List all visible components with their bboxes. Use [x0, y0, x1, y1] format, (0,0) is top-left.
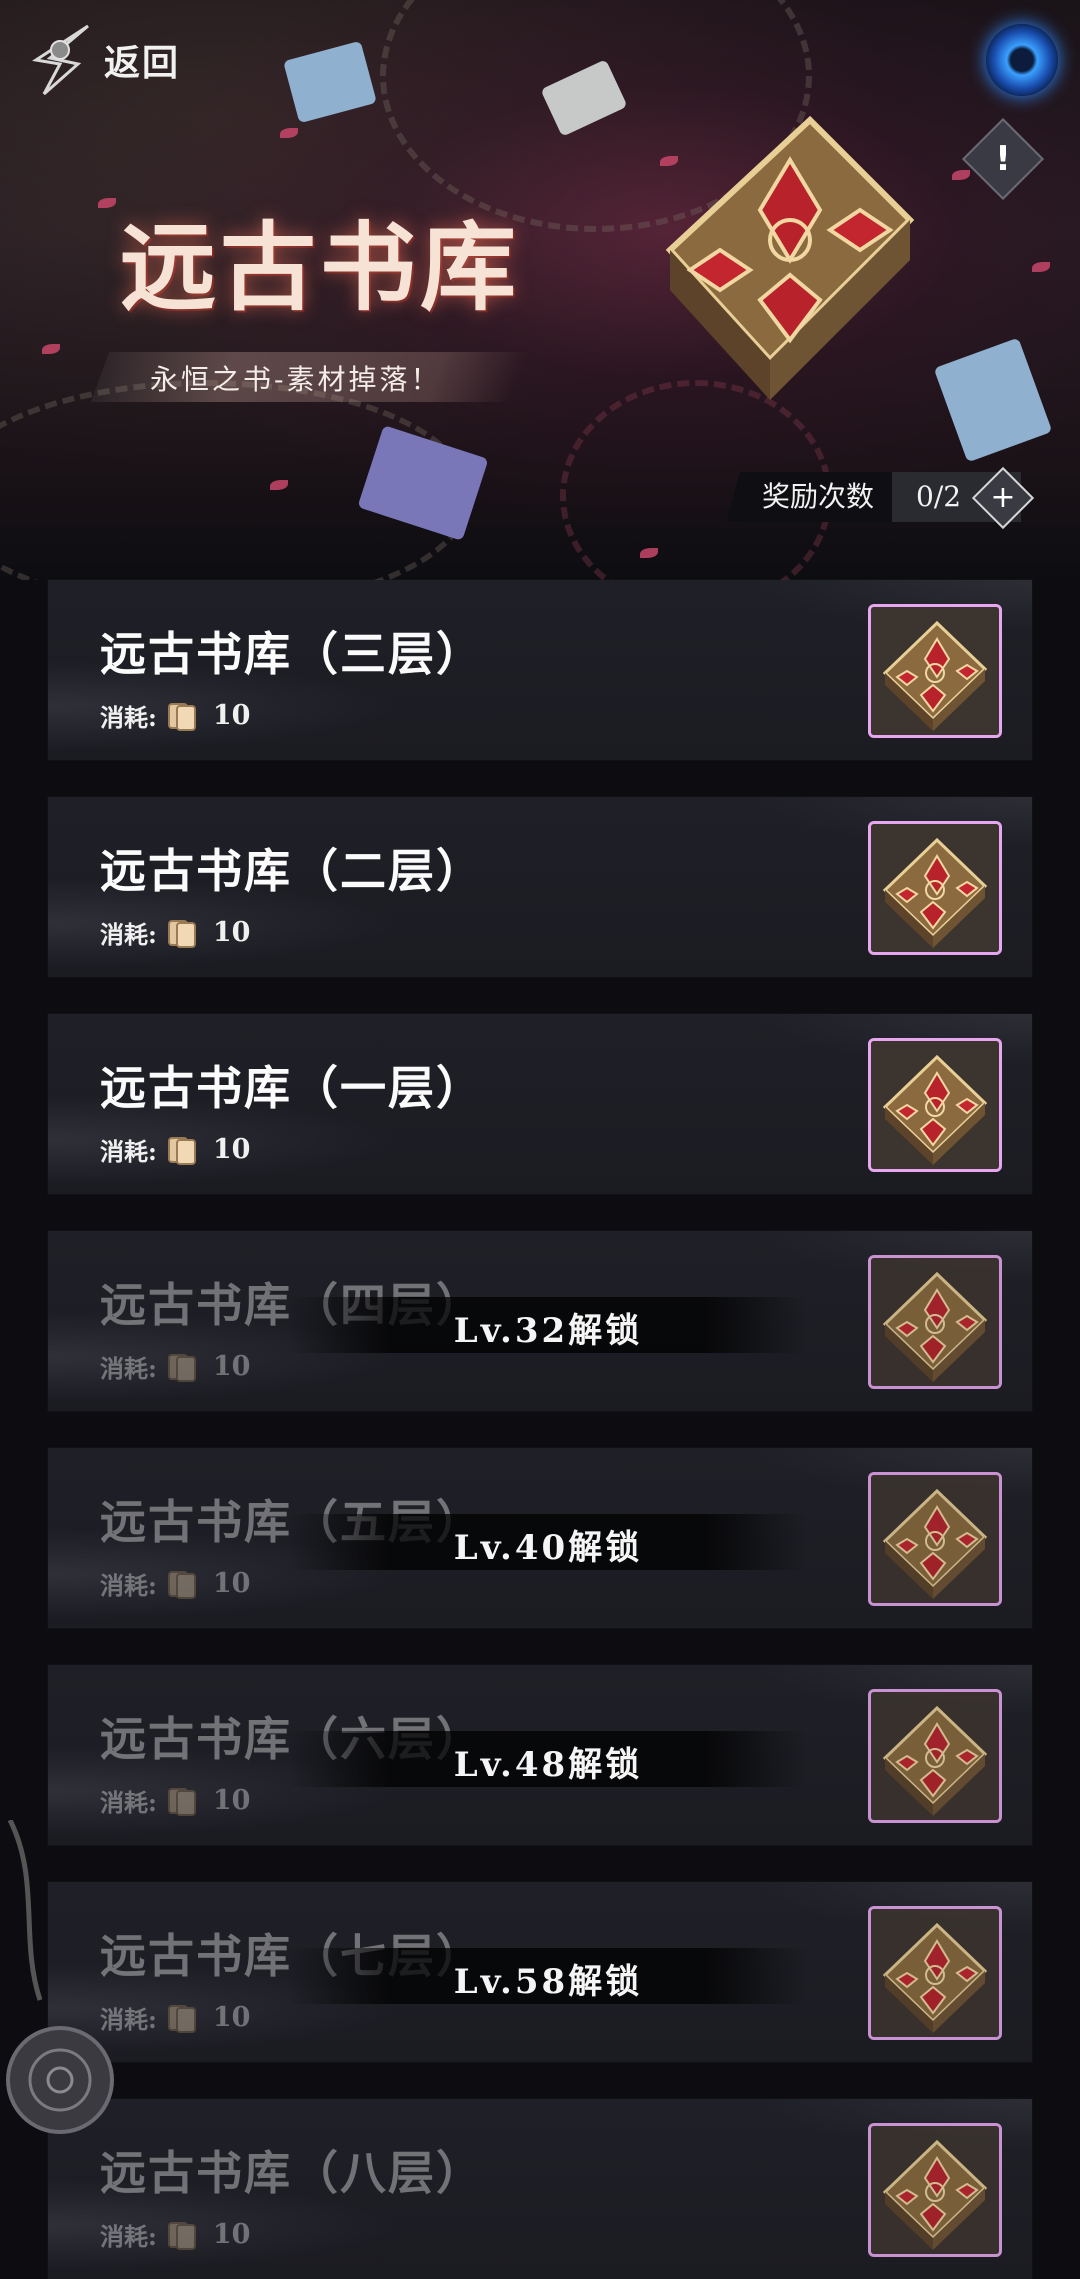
- reward-item-thumb[interactable]: [868, 2123, 1002, 2257]
- paper-scroll-icon: [167, 702, 196, 731]
- floor-title: 远古书库（八层）: [100, 2146, 484, 2200]
- cost-value: 10: [212, 1568, 251, 1599]
- orb-icon[interactable]: [986, 24, 1058, 96]
- cost-label: 消耗:: [100, 1571, 157, 1600]
- reward-counter: 奖励次数 0/2 +: [726, 466, 1035, 530]
- cost-row: 消耗: 10: [100, 1349, 250, 1384]
- floor-card[interactable]: 远古书库（六层） 消耗: 10 Lv.48解锁: [48, 1665, 1032, 1845]
- unlock-requirement: Lv.48解锁: [453, 1745, 643, 1785]
- paper-scroll-icon: [167, 2221, 196, 2250]
- paper-scroll-icon: [167, 919, 196, 948]
- banner-title-wrap: 远古书库: [120, 190, 520, 329]
- reward-item-thumb[interactable]: [868, 1689, 1002, 1823]
- unlock-requirement: Lv.58解锁: [453, 1962, 643, 2002]
- plus-icon: +: [990, 480, 1016, 515]
- cost-row: 消耗: 10: [100, 915, 250, 950]
- cost-label: 消耗:: [100, 1788, 157, 1817]
- cost-row: 消耗: 10: [100, 2217, 250, 2252]
- petal-decoration: [280, 128, 298, 138]
- reward-item-thumb[interactable]: [868, 1906, 1002, 2040]
- ancient-book-icon: [871, 1041, 999, 1169]
- reward-item-thumb[interactable]: [868, 604, 1002, 738]
- floor-card[interactable]: 远古书库（四层） 消耗: 10 Lv.32解锁: [48, 1231, 1032, 1411]
- page-title: 远古书库: [120, 211, 520, 324]
- back-button[interactable]: 返回: [30, 20, 180, 100]
- paper-scroll-icon: [167, 1570, 196, 1599]
- lock-overlay: Lv.58解锁: [288, 1948, 808, 2004]
- cost-row: 消耗: 10: [100, 1566, 250, 1601]
- rose-decoration-icon: [6, 1820, 114, 2134]
- unlock-requirement: Lv.32解锁: [453, 1311, 643, 1351]
- lock-overlay: Lv.40解锁: [288, 1514, 808, 1570]
- ancient-book-icon: [871, 607, 999, 735]
- cost-value: 10: [212, 917, 251, 948]
- cost-value: 10: [212, 1785, 251, 1816]
- cost-row: 消耗: 10: [100, 1783, 250, 1818]
- petal-decoration: [42, 344, 60, 354]
- ancient-book-icon: [871, 1692, 999, 1820]
- lock-overlay: Lv.48解锁: [288, 1731, 808, 1787]
- ancient-book-icon: [871, 824, 999, 952]
- floor-card[interactable]: 远古书库（五层） 消耗: 10 Lv.40解锁: [48, 1448, 1032, 1628]
- ancient-book-icon: [665, 115, 915, 400]
- cost-row: 消耗: 10: [100, 1132, 250, 1167]
- unlock-requirement: Lv.40解锁: [453, 1528, 643, 1568]
- paper-scroll-icon: [167, 1787, 196, 1816]
- banner: 返回 ! 远古书库 永恒之书-素材掉落！ 奖励次数 0/2 +: [0, 0, 1080, 580]
- cost-label: 消耗:: [100, 1137, 157, 1166]
- floor-card[interactable]: 远古书库（八层） 消耗: 10: [48, 2099, 1032, 2279]
- reward-item-thumb[interactable]: [868, 1255, 1002, 1389]
- cost-label: 消耗:: [100, 1354, 157, 1383]
- floor-card[interactable]: 远古书库（一层） 消耗: 10: [48, 1014, 1032, 1194]
- ancient-book-icon: [871, 2126, 999, 2254]
- petal-decoration: [952, 170, 970, 180]
- info-button[interactable]: !: [961, 117, 1045, 201]
- floor-card[interactable]: 远古书库（三层） 消耗: 10: [48, 580, 1032, 760]
- paper-scroll-icon: [167, 1353, 196, 1382]
- floor-title: 远古书库（一层）: [100, 1061, 484, 1115]
- paper-scroll-icon: [167, 2004, 196, 2033]
- reward-item-thumb[interactable]: [868, 821, 1002, 955]
- lock-overlay: Lv.32解锁: [288, 1297, 808, 1353]
- cost-value: 10: [212, 2002, 251, 2033]
- paper-scroll-icon: [167, 1136, 196, 1165]
- reward-label: 奖励次数: [726, 472, 893, 522]
- back-label: 返回: [104, 42, 181, 84]
- petal-decoration: [98, 198, 116, 208]
- cost-label: 消耗:: [100, 920, 157, 949]
- reward-item-thumb[interactable]: [868, 1038, 1002, 1172]
- cost-value: 10: [212, 1134, 251, 1165]
- floor-title: 远古书库（三层）: [100, 627, 484, 681]
- reward-item-thumb[interactable]: [868, 1472, 1002, 1606]
- floating-book-icon: [933, 337, 1053, 463]
- ancient-book-icon: [871, 1909, 999, 2037]
- ancient-book-icon: [871, 1475, 999, 1603]
- cost-label: 消耗:: [100, 2222, 157, 2251]
- floor-card[interactable]: 远古书库（二层） 消耗: 10: [48, 797, 1032, 977]
- floating-book-icon: [283, 40, 377, 124]
- cost-value: 10: [212, 1351, 251, 1382]
- floor-title: 远古书库（二层）: [100, 844, 484, 898]
- back-arrow-icon: [31, 24, 89, 96]
- floor-card[interactable]: 远古书库（七层） 消耗: 10 Lv.58解锁: [48, 1882, 1032, 2062]
- petal-decoration: [1032, 262, 1050, 272]
- cost-label: 消耗:: [100, 703, 157, 732]
- info-icon: !: [995, 139, 1011, 179]
- cost-value: 10: [212, 700, 251, 731]
- cost-row: 消耗: 10: [100, 698, 250, 733]
- ancient-book-icon: [871, 1258, 999, 1386]
- cost-value: 10: [212, 2219, 251, 2250]
- page-subtitle: 永恒之书-素材掉落！: [150, 363, 442, 396]
